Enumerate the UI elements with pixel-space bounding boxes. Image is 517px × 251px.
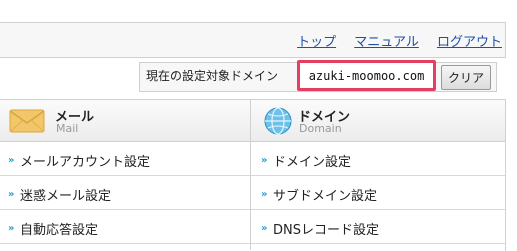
arrow-right-icon: » bbox=[8, 189, 15, 200]
arrow-right-icon: » bbox=[261, 155, 268, 166]
nav-link-manual[interactable]: マニュアル bbox=[354, 35, 419, 50]
menu-link-label: ドメイン設定 bbox=[273, 155, 352, 170]
menu-link-mail-account[interactable]: » メールアカウント設定 bbox=[8, 151, 150, 170]
globe-icon bbox=[264, 107, 292, 135]
menu-link-subdomain-settings[interactable]: » サブドメイン設定 bbox=[261, 185, 377, 204]
menu-link-label: サブドメイン設定 bbox=[273, 189, 378, 204]
menu-link-label: メールアカウント設定 bbox=[20, 155, 151, 170]
domain-label: 現在の設定対象ドメイン bbox=[146, 69, 279, 83]
domain-section-header: ドメイン Domain bbox=[251, 100, 505, 142]
list-item: » メールアカウント設定 bbox=[0, 143, 250, 176]
menu-link-label: DNSレコード設定 bbox=[273, 223, 379, 238]
domain-section-subtitle: Domain bbox=[299, 122, 342, 135]
nav-link-top[interactable]: トップ bbox=[297, 35, 336, 50]
mail-section-subtitle: Mail bbox=[56, 122, 79, 135]
list-item: » サブドメイン設定 bbox=[251, 177, 505, 210]
arrow-right-icon: » bbox=[261, 223, 268, 234]
menu-link-domain-settings[interactable]: » ドメイン設定 bbox=[261, 151, 351, 170]
clear-button[interactable]: クリア bbox=[441, 65, 491, 90]
top-nav: トップ マニュアル ログアウト bbox=[283, 31, 502, 50]
mail-section-header: メール Mail bbox=[0, 100, 250, 142]
menu-link-spam-mail[interactable]: » 迷惑メール設定 bbox=[8, 185, 111, 204]
arrow-right-icon: » bbox=[261, 189, 268, 200]
envelope-icon bbox=[9, 109, 45, 133]
menu-link-dns-record-settings[interactable]: » DNSレコード設定 bbox=[261, 219, 379, 238]
list-item: » 迷惑メール設定 bbox=[0, 177, 250, 210]
menu-link-label: 迷惑メール設定 bbox=[20, 189, 112, 204]
list-item: » ドメイン設定 bbox=[251, 143, 505, 176]
nav-link-logout[interactable]: ログアウト bbox=[437, 35, 502, 50]
menu-link-auto-reply[interactable]: » 自動応答設定 bbox=[8, 219, 98, 238]
list-item: » DNSレコード設定 bbox=[251, 211, 505, 244]
list-item: » 自動応答設定 bbox=[0, 211, 250, 244]
arrow-right-icon: » bbox=[8, 223, 15, 234]
menu-link-label: 自動応答設定 bbox=[20, 223, 99, 238]
arrow-right-icon: » bbox=[8, 155, 15, 166]
current-domain-field[interactable]: azuki-moomoo.com bbox=[297, 60, 436, 91]
